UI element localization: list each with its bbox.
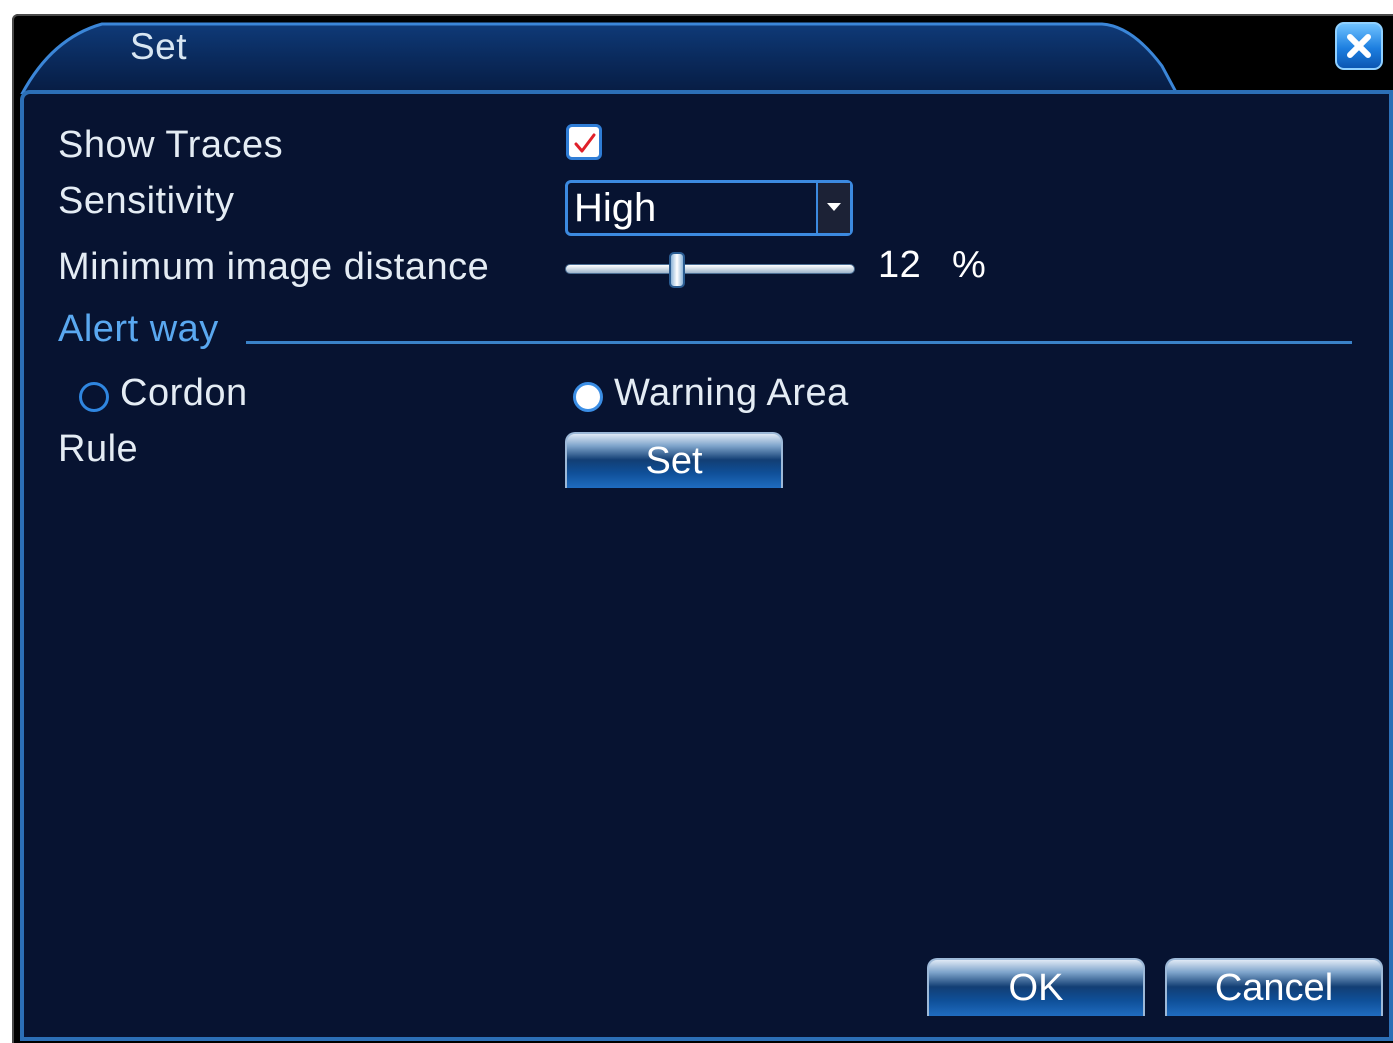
settings-panel: Show Traces Sensitivity High Minimum ima…: [20, 90, 1393, 1041]
sensitivity-select[interactable]: High: [565, 180, 853, 236]
dialog-window: Set Show Traces Sensitivity High Minimum…: [12, 14, 1393, 1043]
close-icon: [1347, 34, 1371, 58]
min-distance-unit: %: [952, 244, 987, 286]
chevron-down-icon[interactable]: [816, 183, 850, 233]
min-distance-value: 12: [878, 244, 922, 286]
rule-label: Rule: [58, 428, 139, 470]
min-distance-slider[interactable]: [565, 252, 855, 288]
ok-button[interactable]: OK: [927, 958, 1145, 1016]
cordon-radio[interactable]: [79, 382, 109, 412]
cancel-button[interactable]: Cancel: [1165, 958, 1383, 1016]
warning-area-label: Warning Area: [614, 372, 849, 414]
show-traces-label: Show Traces: [58, 124, 284, 166]
slider-track[interactable]: [565, 264, 855, 274]
min-distance-label: Minimum image distance: [58, 246, 490, 288]
close-button[interactable]: [1335, 22, 1383, 70]
title-tab: [20, 22, 1179, 94]
rule-set-button[interactable]: Set: [565, 432, 783, 488]
alert-way-section-label: Alert way: [58, 308, 219, 350]
sensitivity-label: Sensitivity: [58, 180, 235, 222]
warning-area-radio[interactable]: [573, 382, 603, 412]
sensitivity-value: High: [574, 186, 657, 230]
cordon-label: Cordon: [120, 372, 248, 414]
dialog-title: Set: [130, 26, 188, 67]
slider-handle[interactable]: [669, 252, 685, 288]
section-divider: [246, 341, 1352, 344]
show-traces-checkbox[interactable]: [566, 124, 602, 160]
checkmark-icon: [574, 133, 596, 153]
